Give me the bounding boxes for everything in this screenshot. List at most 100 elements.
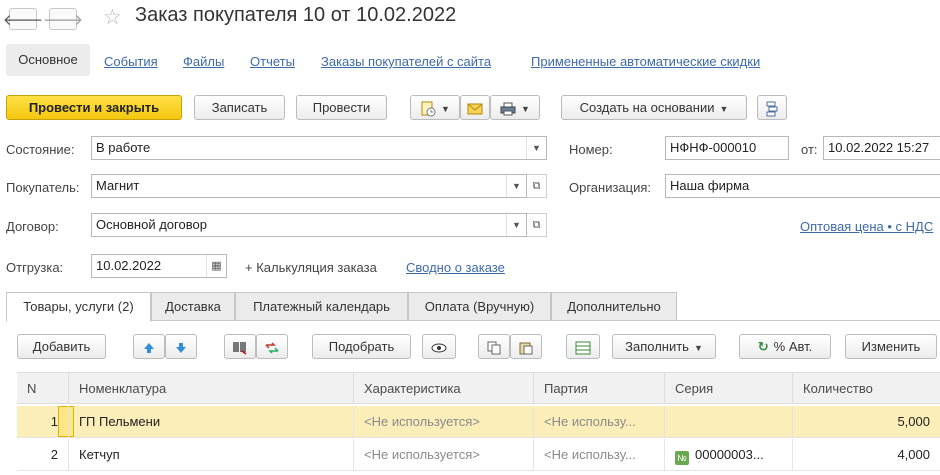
buyer-value: Магнит [96, 178, 140, 193]
move-down-button[interactable] [165, 334, 197, 359]
row-characteristic[interactable]: <Не используется> [354, 406, 534, 437]
post-and-close-button[interactable]: Провести и закрыть [6, 95, 182, 120]
row-item[interactable]: ГП Пельмени [69, 406, 354, 437]
document-date-value: 10.02.2022 15:27 [828, 140, 930, 155]
barcode-icon [233, 341, 247, 355]
document-date-field[interactable]: 10.02.2022 15:27 [823, 136, 940, 160]
tab-goods-services[interactable]: Товары, услуги (2) [6, 292, 151, 322]
section-main[interactable]: Основное [6, 44, 90, 76]
chevron-down-icon[interactable]: ▼ [506, 214, 526, 236]
row-characteristic[interactable]: <Не используется> [354, 439, 534, 470]
contract-field[interactable]: Основной договор ▼ [91, 213, 527, 237]
tab-additional[interactable]: Дополнительно [551, 292, 677, 321]
refresh-icon: ↻ [757, 339, 769, 354]
forward-button[interactable]: 🡒 [43, 8, 83, 30]
arrow-left-icon: 🡐 [2, 11, 44, 29]
order-calculation-toggle[interactable]: + Калькуляция заказа [245, 260, 377, 275]
row-number: 2 [17, 439, 69, 470]
column-header-batch[interactable]: Партия [534, 373, 665, 404]
compare-arrows-icon [265, 342, 279, 354]
move-up-button[interactable] [133, 334, 165, 359]
table-row[interactable]: 1 ГП Пельмени <Не используется> <Не испо… [17, 406, 940, 438]
section-link-site-orders[interactable]: Заказы покупателей с сайта [321, 54, 491, 69]
column-header-quantity[interactable]: Количество [793, 373, 940, 404]
number-value: НФНФ-000010 [670, 140, 757, 155]
row-series-cell[interactable]: № 00000003... [665, 439, 793, 470]
row-number: 1 [17, 406, 69, 437]
change-button[interactable]: Изменить [845, 334, 937, 359]
shipment-date-field[interactable]: 10.02.2022 ▦ [91, 254, 227, 278]
table-header: N Номенклатура Характеристика Партия Сер… [17, 372, 940, 404]
arrow-right-icon: 🡒 [42, 11, 84, 29]
preview-button[interactable] [422, 334, 456, 359]
fill-menu-button[interactable]: Заполнить ▼ [612, 334, 716, 359]
back-button[interactable]: 🡐 [3, 8, 43, 30]
compare-button[interactable] [256, 334, 288, 359]
fill-label: Заполнить [625, 339, 689, 354]
status-value: В работе [96, 140, 151, 155]
series-number-icon: № [675, 451, 689, 465]
document-clock-icon [421, 101, 436, 117]
create-based-on-button[interactable]: Создать на основании ▼ [561, 95, 747, 120]
chevron-down-icon: ▼ [693, 343, 703, 353]
star-icon[interactable]: ☆ [103, 5, 122, 30]
order-summary-link[interactable]: Сводно о заказе [406, 260, 505, 275]
column-header-item[interactable]: Номенклатура [69, 373, 354, 404]
section-link-events[interactable]: События [104, 54, 158, 69]
organization-field[interactable]: Наша фирма [665, 174, 940, 198]
calendar-icon[interactable]: ▦ [206, 255, 226, 277]
number-field[interactable]: НФНФ-000010 [665, 136, 789, 160]
open-contract-button[interactable]: ⧉ [527, 213, 547, 237]
fill-table-icon-button[interactable] [566, 334, 600, 359]
structure-button[interactable] [757, 95, 787, 120]
contract-value: Основной договор [96, 217, 207, 232]
arrow-down-icon [176, 342, 186, 353]
arrow-up-icon [144, 342, 154, 353]
tab-payment-manual[interactable]: Оплата (Вручную) [408, 292, 551, 321]
row-batch[interactable]: <Не использу... [534, 406, 665, 437]
section-link-reports[interactable]: Отчеты [250, 54, 295, 69]
buyer-label: Покупатель: [6, 180, 80, 195]
print-doc-menu-button[interactable]: ▼ [410, 95, 460, 120]
auto-discount-button[interactable]: ↻ % Авт. [739, 334, 831, 359]
price-type-link[interactable]: Оптовая цена • с НДС [800, 219, 933, 234]
column-header-series[interactable]: Серия [665, 373, 793, 404]
save-button[interactable]: Записать [194, 95, 285, 120]
open-buyer-button[interactable]: ⧉ [527, 174, 547, 198]
row-batch[interactable]: <Не использу... [534, 439, 665, 470]
envelope-icon [467, 103, 483, 115]
tab-delivery[interactable]: Доставка [151, 292, 235, 321]
column-header-n[interactable]: N [17, 373, 69, 404]
row-series[interactable] [665, 406, 793, 437]
print-menu-button[interactable]: ▼ [490, 95, 540, 120]
status-label: Состояние: [6, 142, 75, 157]
eye-icon [431, 343, 447, 353]
row-quantity[interactable]: 5,000 [793, 406, 940, 437]
chevron-down-icon[interactable]: ▼ [526, 137, 546, 159]
chevron-down-icon: ▼ [719, 104, 729, 114]
paste-icon [519, 342, 533, 355]
post-button[interactable]: Провести [296, 95, 387, 120]
page-title: Заказ покупателя 10 от 10.02.2022 [135, 4, 457, 26]
table-row[interactable]: 2 Кетчуп <Не используется> <Не использу.… [17, 439, 940, 471]
tab-payment-calendar[interactable]: Платежный календарь [235, 292, 408, 321]
organization-label: Организация: [569, 180, 652, 195]
column-header-characteristic[interactable]: Характеристика [354, 373, 534, 404]
row-item[interactable]: Кетчуп [69, 439, 354, 470]
barcode-button[interactable] [224, 334, 256, 359]
select-items-button[interactable]: Подобрать [312, 334, 411, 359]
email-button[interactable] [460, 95, 490, 120]
row-quantity[interactable]: 4,000 [793, 439, 940, 470]
section-link-files[interactable]: Файлы [183, 54, 224, 69]
contract-label: Договор: [6, 219, 59, 234]
from-label: от: [801, 142, 818, 157]
chevron-down-icon[interactable]: ▼ [506, 175, 526, 197]
open-window-icon: ⧉ [532, 180, 541, 192]
status-select[interactable]: В работе ▼ [91, 136, 547, 160]
auto-discount-label: % Авт. [773, 339, 813, 354]
section-link-auto-discounts[interactable]: Примененные автоматические скидки [531, 54, 760, 69]
paste-button[interactable] [510, 334, 542, 359]
add-row-button[interactable]: Добавить [17, 334, 106, 359]
buyer-field[interactable]: Магнит ▼ [91, 174, 527, 198]
copy-button[interactable] [478, 334, 510, 359]
